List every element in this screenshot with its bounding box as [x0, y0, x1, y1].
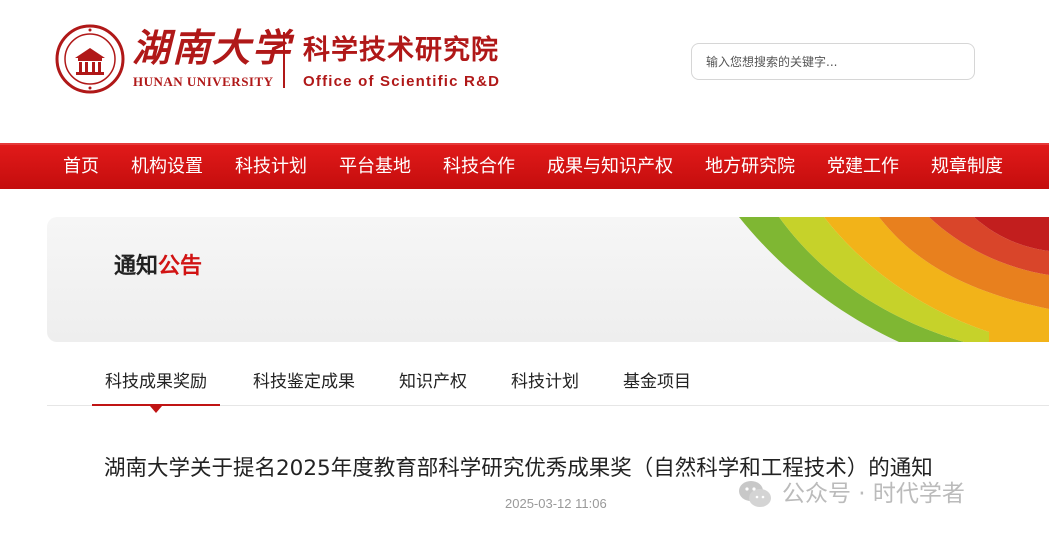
section-title-main: 通知	[114, 254, 159, 279]
tab-tech-plan[interactable]: 科技计划	[508, 360, 582, 406]
article-date: 2025-03-12 11:06	[505, 496, 607, 511]
nav-item-organization[interactable]: 机构设置	[131, 145, 203, 189]
section-title-accent: 公告	[158, 254, 203, 279]
wechat-icon	[739, 481, 771, 507]
university-seal-icon[interactable]	[55, 24, 125, 94]
tab-appraisal-results[interactable]: 科技鉴定成果	[249, 360, 359, 406]
office-name-cn[interactable]: 科学技术研究院	[303, 34, 499, 68]
nav-item-achievements-ip[interactable]: 成果与知识产权	[547, 145, 673, 189]
search-input[interactable]	[692, 44, 974, 79]
nav-item-platforms[interactable]: 平台基地	[339, 145, 411, 189]
university-name-cn[interactable]: 湖南大学	[132, 26, 292, 70]
active-tab-pointer-icon	[150, 406, 162, 413]
search-box	[691, 43, 975, 80]
category-tabs: 科技成果奖励 科技鉴定成果 知识产权 科技计划 基金项目	[47, 360, 1049, 413]
section-banner: 通知公告	[47, 217, 1049, 342]
watermark-text: 公众号 · 时代学者	[782, 481, 965, 507]
university-name-en[interactable]: HUNAN UNIVERSITY	[133, 74, 274, 90]
tab-tech-awards[interactable]: 科技成果奖励	[92, 360, 220, 413]
nav-item-regulations[interactable]: 规章制度	[931, 145, 1003, 189]
site-header: 湖南大学 HUNAN UNIVERSITY 科学技术研究院 Office of …	[0, 0, 1049, 143]
nav-item-party-work[interactable]: 党建工作	[827, 145, 899, 189]
main-nav: 首页 机构设置 科技计划 平台基地 科技合作 成果与知识产权 地方研究院 党建工…	[0, 143, 1049, 189]
tab-label: 科技成果奖励	[105, 372, 207, 392]
nav-item-tech-plan[interactable]: 科技计划	[235, 145, 307, 189]
tab-intellectual-property[interactable]: 知识产权	[396, 360, 470, 406]
banner-swoosh-graphic	[739, 217, 1049, 342]
section-title: 通知公告	[114, 251, 202, 283]
office-name-en[interactable]: Office of Scientific R&D	[303, 73, 500, 90]
logo-divider	[283, 32, 285, 88]
nav-item-local-institutes[interactable]: 地方研究院	[705, 145, 795, 189]
watermark: 公众号 · 时代学者	[738, 477, 965, 511]
nav-item-home[interactable]: 首页	[63, 145, 99, 189]
nav-item-cooperation[interactable]: 科技合作	[443, 145, 515, 189]
tab-fund-projects[interactable]: 基金项目	[620, 360, 694, 406]
